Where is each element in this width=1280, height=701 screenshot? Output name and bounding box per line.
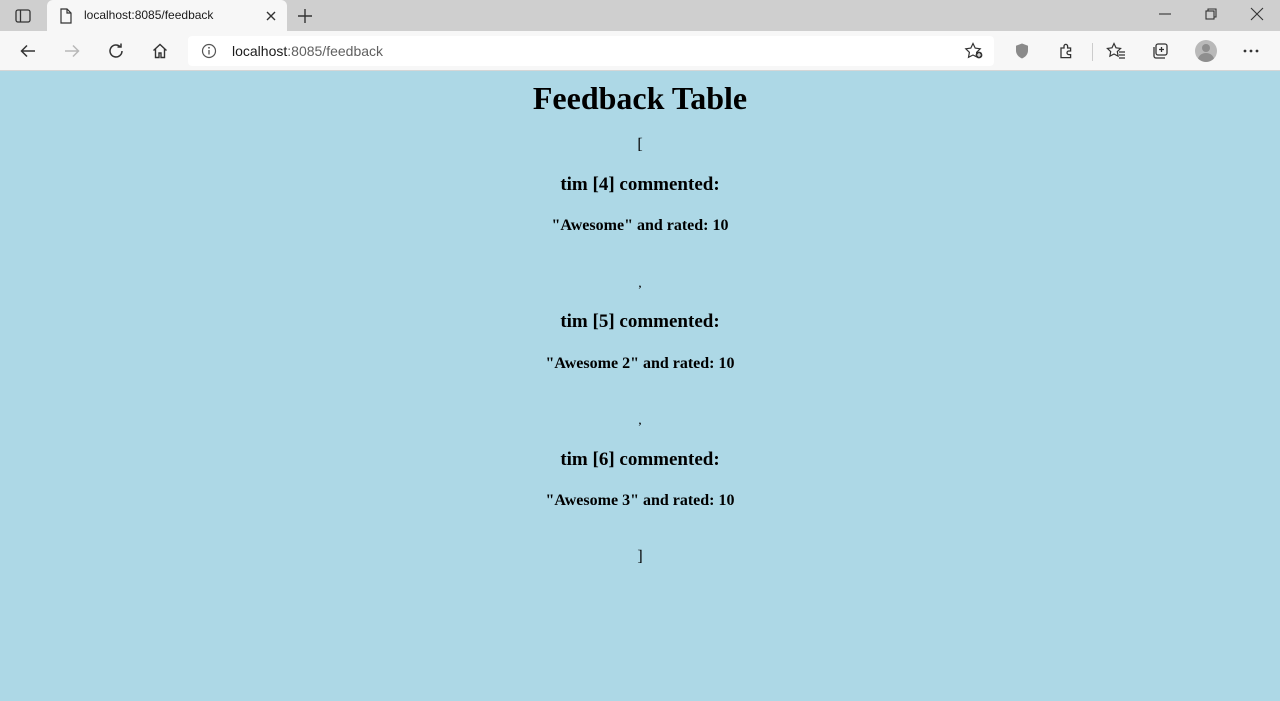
window-close-icon[interactable] bbox=[1249, 6, 1265, 27]
collections-icon[interactable] bbox=[1150, 41, 1170, 61]
avatar-head bbox=[1202, 44, 1210, 52]
comment-text: "Awesome" and rated: 10 bbox=[551, 217, 729, 234]
comment-text: "Awesome 3" and rated: 10 bbox=[545, 492, 735, 509]
entry-separator: , bbox=[638, 279, 642, 290]
plus-icon[interactable] bbox=[296, 7, 314, 30]
minimize-icon[interactable] bbox=[1157, 6, 1173, 27]
commenter-heading: tim [5] commented: bbox=[560, 311, 720, 332]
url-host: localhost bbox=[232, 43, 288, 59]
entry-separator: , bbox=[638, 416, 642, 427]
profile-icon[interactable] bbox=[1195, 40, 1217, 62]
forward-icon[interactable] bbox=[62, 41, 82, 61]
avatar-shoulders bbox=[1198, 53, 1214, 62]
commenter-heading: tim [4] commented: bbox=[560, 174, 720, 195]
info-icon[interactable] bbox=[201, 43, 217, 64]
page-title: Feedback Table bbox=[532, 80, 748, 116]
comment-text: "Awesome 2" and rated: 10 bbox=[545, 355, 735, 372]
refresh-icon[interactable] bbox=[106, 41, 126, 61]
shield-icon[interactable] bbox=[1012, 41, 1032, 61]
restore-icon[interactable] bbox=[1203, 6, 1219, 27]
url-path: :8085/feedback bbox=[287, 43, 384, 59]
page-icon bbox=[59, 8, 73, 29]
more-icon[interactable] bbox=[1241, 41, 1261, 61]
tab-actions-icon[interactable] bbox=[14, 7, 32, 25]
puzzle-icon[interactable] bbox=[1057, 41, 1077, 61]
browser-toolbar: localhost:8085/feedback bbox=[0, 31, 1280, 71]
close-icon[interactable] bbox=[265, 9, 277, 27]
address-bar[interactable]: localhost:8085/feedback bbox=[188, 36, 994, 66]
tab-title: localhost:8085/feedback bbox=[84, 8, 214, 22]
tab-strip: localhost:8085/feedback bbox=[0, 0, 1280, 31]
toolbar-separator bbox=[1092, 43, 1093, 61]
close-bracket: ] bbox=[637, 548, 643, 565]
url-text: localhost:8085/feedback bbox=[232, 43, 383, 59]
commenter-heading: tim [6] commented: bbox=[560, 449, 720, 470]
open-bracket: [ bbox=[637, 136, 643, 153]
page-content: Feedback Table [ tim [4] commented: "Awe… bbox=[0, 72, 1280, 701]
back-icon[interactable] bbox=[18, 41, 38, 61]
add-favorite-icon[interactable] bbox=[964, 42, 984, 65]
browser-tab[interactable]: localhost:8085/feedback bbox=[47, 0, 287, 31]
favorites-icon[interactable] bbox=[1106, 41, 1126, 61]
home-icon[interactable] bbox=[150, 41, 170, 61]
